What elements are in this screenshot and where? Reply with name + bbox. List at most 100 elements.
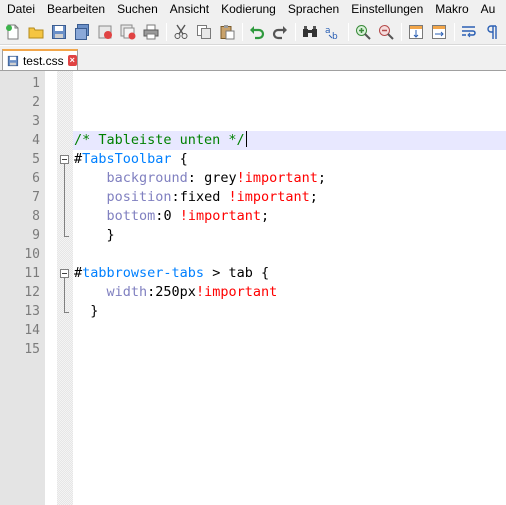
close-all-icon[interactable] (118, 22, 138, 42)
code-token: : (171, 189, 180, 205)
code-line[interactable]: 6 background: grey!important; (0, 169, 506, 188)
code-line[interactable]: 1 (0, 74, 506, 93)
paste-icon[interactable] (217, 22, 237, 42)
code-line[interactable]: 13 } (0, 302, 506, 321)
code-token: bottom (106, 208, 156, 224)
tab-test-css[interactable]: test.css × (2, 49, 78, 70)
fold-toggle-icon[interactable] (60, 269, 69, 278)
code-token: TabsToolbar (82, 151, 172, 167)
file-icon (7, 55, 19, 66)
toolbar-separator (242, 22, 243, 41)
code-line[interactable]: 8 bottom:0 !important; (0, 207, 506, 226)
code-token: : (187, 170, 205, 186)
code-token: 250px (155, 284, 196, 300)
code-editor[interactable]: 1 2 3 4/* Tableiste unten */5 #TabsToolbar {… (0, 70, 506, 505)
close-icon[interactable] (95, 22, 115, 42)
code-token: tabbrowser-tabs (82, 265, 205, 281)
code-token: ; (317, 170, 326, 186)
fold-line (64, 164, 65, 236)
show-all-characters-icon[interactable] (482, 22, 502, 42)
line-number: 12 (24, 285, 40, 300)
menu-einstellungen[interactable]: Einstellungen (344, 0, 428, 19)
code-text: #tabbrowser-tabs > tab { (74, 264, 269, 283)
menu-ansicht[interactable]: Ansicht (163, 0, 214, 19)
tab-label: test.css (22, 53, 64, 68)
code-token: } (74, 227, 115, 243)
code-line[interactable]: 7 position:fixed !important; (0, 188, 506, 207)
toolbar-separator (295, 22, 296, 41)
code-text: #TabsToolbar { (74, 150, 188, 169)
code-token: # (74, 265, 83, 281)
code-line[interactable]: 9 } (0, 226, 506, 245)
fold-end-marker (64, 236, 69, 237)
menu-suchen[interactable]: Suchen (110, 0, 163, 19)
find-icon[interactable] (300, 22, 320, 42)
code-line[interactable]: 5 #TabsToolbar { (0, 150, 506, 169)
code-token: /* Tableiste unten */ (74, 132, 245, 148)
code-text: bottom:0 !important; (74, 207, 270, 226)
line-number: 8 (32, 209, 40, 224)
code-text: position:fixed !important; (74, 188, 318, 207)
menu-bar: Datei Bearbeiten Suchen Ansicht Kodierun… (0, 0, 506, 19)
code-token: # (74, 151, 83, 167)
replace-icon[interactable]: ab (323, 22, 343, 42)
print-icon[interactable] (141, 22, 161, 42)
svg-text:b: b (332, 32, 338, 40)
code-token: ; (309, 189, 318, 205)
menu-makro[interactable]: Makro (428, 0, 473, 19)
toolbar-separator (454, 22, 455, 41)
line-number: 15 (24, 342, 40, 357)
fold-toggle-icon[interactable] (60, 155, 69, 164)
text-caret (245, 131, 247, 147)
redo-icon[interactable] (270, 22, 290, 42)
line-number: 1 (32, 76, 40, 91)
sync-horizontal-icon[interactable] (429, 22, 449, 42)
save-all-icon[interactable] (72, 22, 92, 42)
cut-icon[interactable] (171, 22, 191, 42)
zoom-out-icon[interactable] (376, 22, 396, 42)
code-line[interactable]: 3 (0, 112, 506, 131)
code-token: ; (260, 208, 270, 224)
undo-icon[interactable] (247, 22, 267, 42)
code-token: background (106, 170, 188, 186)
code-token: !important (195, 284, 278, 300)
menu-sprachen[interactable]: Sprachen (281, 0, 344, 19)
line-number: 10 (24, 247, 40, 262)
line-number: 3 (32, 114, 40, 129)
code-line[interactable]: 10 (0, 245, 506, 264)
code-token: !important (228, 189, 310, 205)
code-token: { (171, 151, 188, 167)
tab-bar: test.css × (0, 46, 506, 70)
sync-vertical-icon[interactable] (406, 22, 426, 42)
line-number: 13 (24, 304, 40, 319)
svg-text:a: a (325, 26, 331, 36)
code-line[interactable]: 4 /* Tableiste unten */ (0, 131, 506, 150)
code-line[interactable]: 2 (0, 93, 506, 112)
menu-bearbeiten[interactable]: Bearbeiten (40, 0, 110, 19)
line-number: 14 (24, 323, 40, 338)
toolbar-separator (166, 22, 167, 41)
open-file-icon[interactable] (26, 22, 46, 42)
code-text: } (74, 302, 98, 321)
menu-datei[interactable]: Datei (0, 0, 40, 19)
save-icon[interactable] (49, 22, 69, 42)
code-token: !important (236, 170, 318, 186)
code-token: !important (179, 208, 261, 224)
tab-close-icon[interactable]: × (67, 55, 77, 66)
word-wrap-icon[interactable] (459, 22, 479, 42)
code-line[interactable]: 12 width:250px!important (0, 283, 506, 302)
menu-ausfuehren[interactable]: Au (474, 0, 501, 19)
new-file-icon[interactable] (3, 22, 23, 42)
menu-kodierung[interactable]: Kodierung (214, 0, 281, 19)
line-number: 9 (32, 228, 40, 243)
code-line[interactable]: 14 (0, 321, 506, 340)
toolbar-separator (401, 22, 402, 41)
toolbar-separator (348, 22, 349, 41)
zoom-in-icon[interactable] (353, 22, 373, 42)
code-text: } (74, 226, 115, 245)
copy-icon[interactable] (194, 22, 214, 42)
code-line[interactable]: 15 (0, 340, 506, 359)
code-line[interactable]: 11 #tabbrowser-tabs > tab { (0, 264, 506, 283)
